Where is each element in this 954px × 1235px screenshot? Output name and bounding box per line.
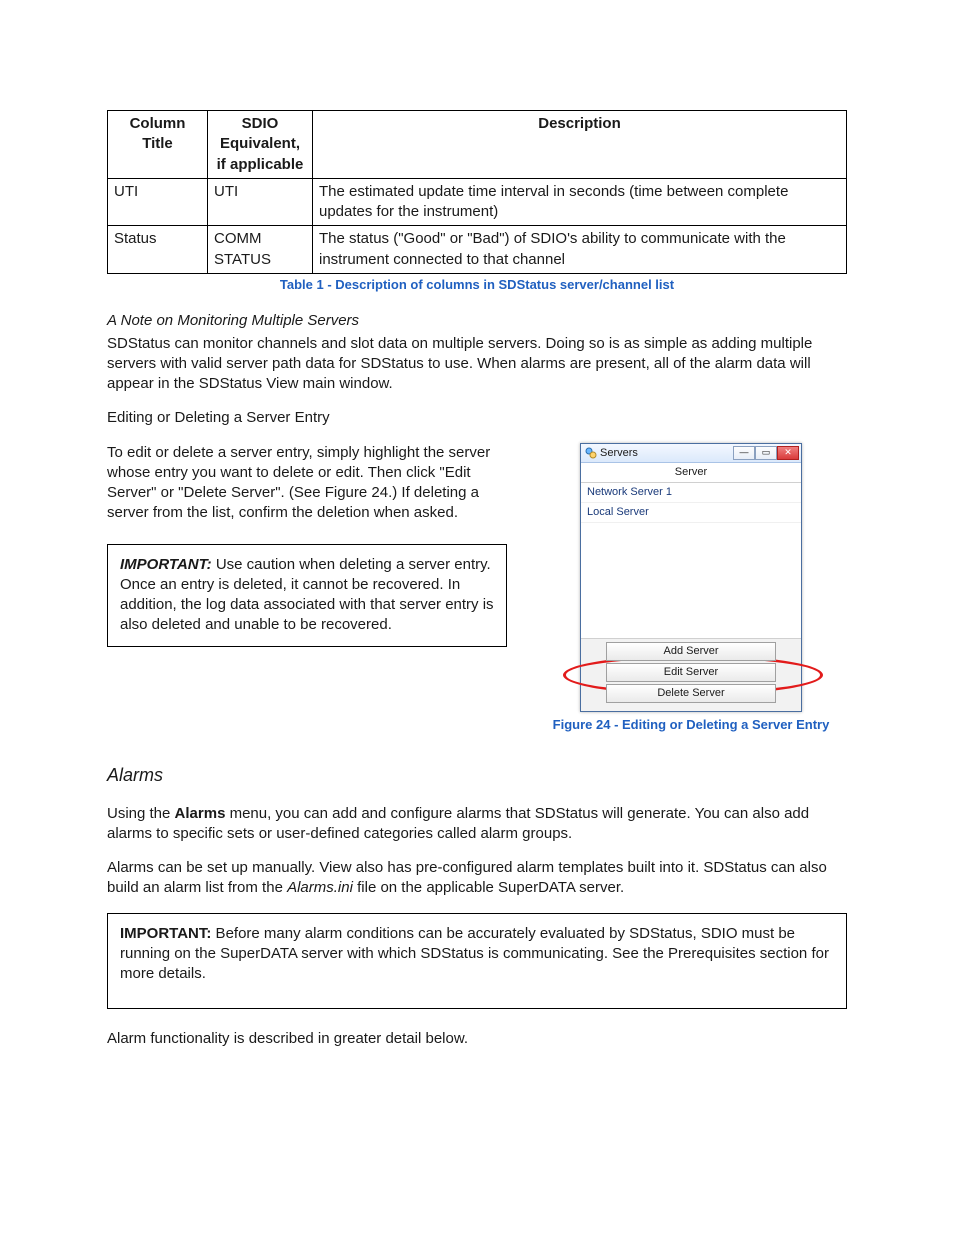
cell: COMM STATUS xyxy=(208,226,313,274)
close-button[interactable]: ✕ xyxy=(777,446,799,460)
server-column-header: Server xyxy=(581,463,801,483)
th-column-title: Column Title xyxy=(108,111,208,179)
edit-server-button[interactable]: Edit Server xyxy=(606,663,776,682)
cell: Status xyxy=(108,226,208,274)
th-description: Description xyxy=(313,111,847,179)
figure-caption: Figure 24 - Editing or Deleting a Server… xyxy=(535,716,847,734)
minimize-button[interactable]: — xyxy=(733,446,755,460)
column-description-table: Column Title SDIO Equivalent, if applica… xyxy=(107,110,847,274)
servers-dialog: Servers — ▭ ✕ Server Network Server 1 Lo… xyxy=(580,443,802,712)
editing-body: To edit or delete a server entry, simply… xyxy=(107,443,507,524)
delete-server-button[interactable]: Delete Server xyxy=(606,684,776,703)
important-box-2: IMPORTANT: Before many alarm conditions … xyxy=(107,913,847,1010)
titlebar: Servers — ▭ ✕ xyxy=(581,444,801,464)
important-box-1: IMPORTANT: Use caution when deleting a s… xyxy=(107,544,507,647)
list-item[interactable]: Local Server xyxy=(581,503,801,523)
dialog-title: Servers xyxy=(600,446,638,461)
editing-heading: Editing or Deleting a Server Entry xyxy=(107,408,847,428)
cell: The estimated update time interval in se… xyxy=(313,178,847,226)
server-list[interactable]: Network Server 1 Local Server xyxy=(581,483,801,638)
alarms-heading: Alarms xyxy=(107,763,847,787)
note-heading: A Note on Monitoring Multiple Servers xyxy=(107,311,847,331)
app-icon xyxy=(585,447,597,459)
alarms-ini-filename: Alarms.ini xyxy=(287,879,353,896)
table-row: UTI UTI The estimated update time interv… xyxy=(108,178,847,226)
important-label: IMPORTANT: xyxy=(120,925,211,942)
list-item[interactable]: Network Server 1 xyxy=(581,483,801,503)
cell: UTI xyxy=(208,178,313,226)
alarms-menu-name: Alarms xyxy=(175,805,226,822)
important-label: IMPORTANT: xyxy=(120,556,212,573)
text: Using the xyxy=(107,805,175,822)
alarms-p2: Alarms can be set up manually. View also… xyxy=(107,858,847,899)
maximize-button[interactable]: ▭ xyxy=(755,446,777,460)
cell: The status ("Good" or "Bad") of SDIO's a… xyxy=(313,226,847,274)
alarms-p1: Using the Alarms menu, you can add and c… xyxy=(107,804,847,845)
table-caption: Table 1 - Description of columns in SDSt… xyxy=(107,276,847,294)
note-body: SDStatus can monitor channels and slot d… xyxy=(107,334,847,395)
closing-paragraph: Alarm functionality is described in grea… xyxy=(107,1029,847,1049)
th-sdio-equivalent: SDIO Equivalent, if applicable xyxy=(208,111,313,179)
cell: UTI xyxy=(108,178,208,226)
table-row: Status COMM STATUS The status ("Good" or… xyxy=(108,226,847,274)
add-server-button[interactable]: Add Server xyxy=(606,642,776,661)
text: file on the applicable SuperDATA server. xyxy=(353,879,624,896)
important-text: Before many alarm conditions can be accu… xyxy=(120,925,829,983)
